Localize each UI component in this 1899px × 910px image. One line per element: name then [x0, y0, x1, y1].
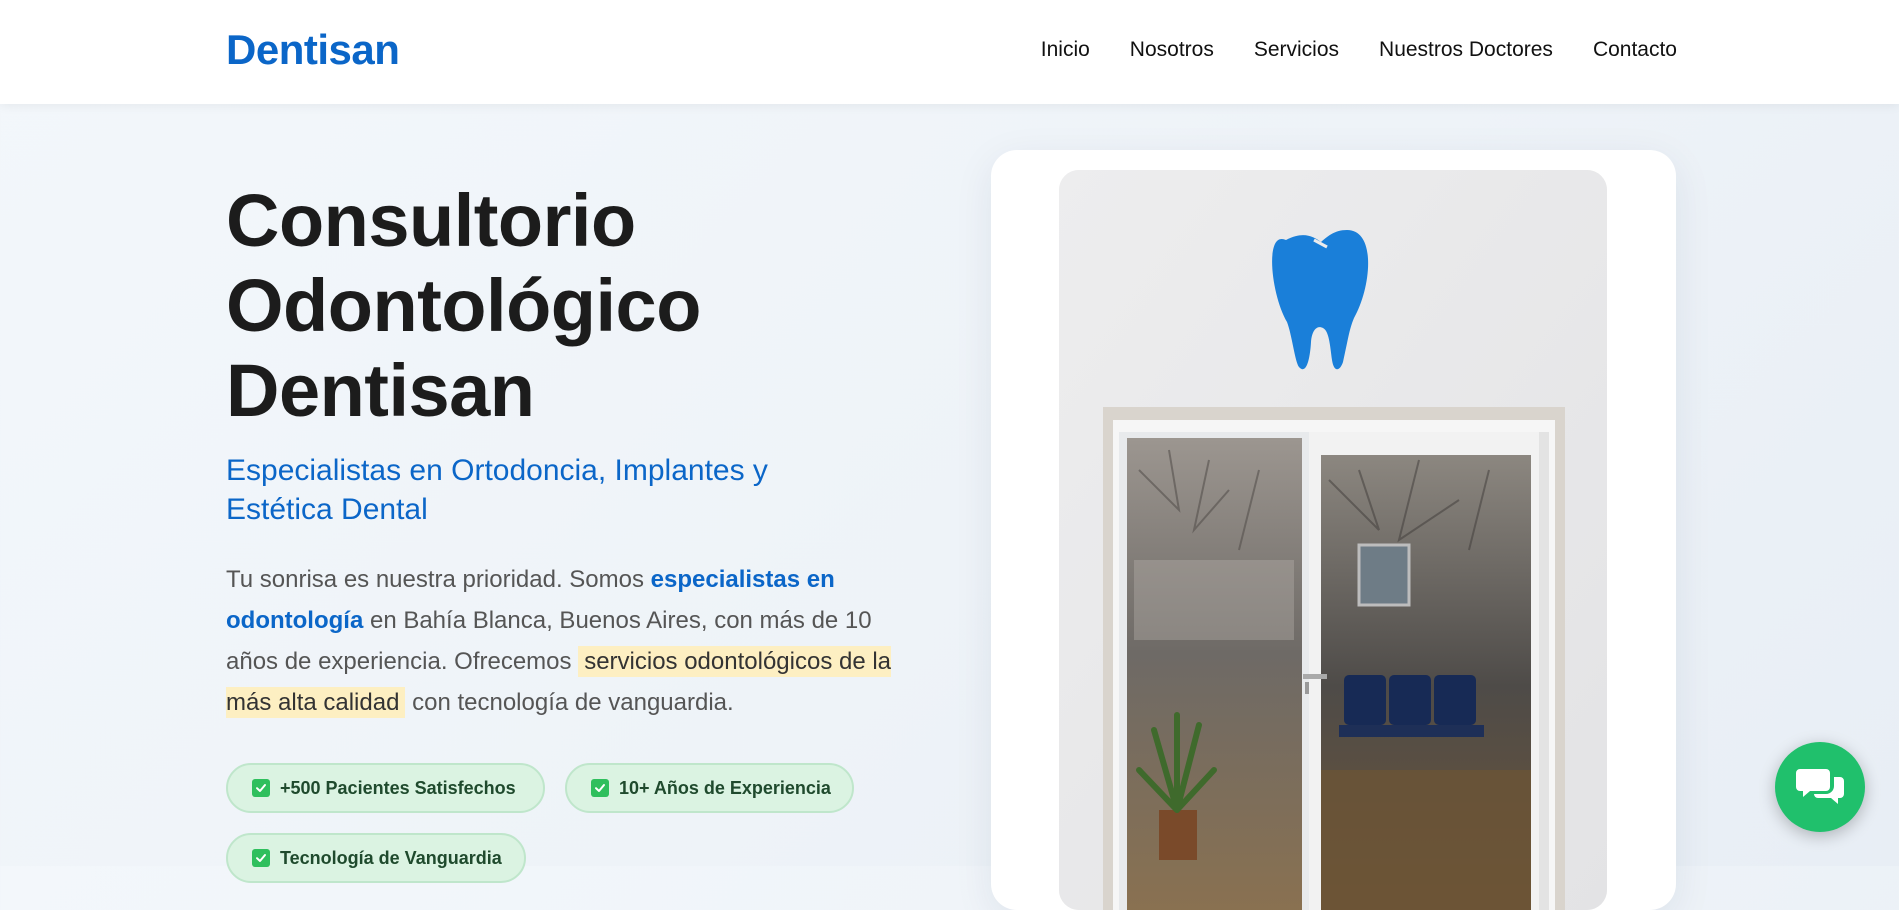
badge-technology: Tecnología de Vanguardia — [226, 833, 526, 883]
badge-label: Tecnología de Vanguardia — [280, 847, 502, 868]
site-header: Dentisan Inicio Nosotros Servicios Nuest… — [0, 0, 1899, 104]
badge-label: +500 Pacientes Satisfechos — [280, 777, 516, 798]
badge-experience: 10+ Años de Experiencia — [565, 763, 854, 813]
check-square-icon — [591, 779, 609, 797]
nav-link-inicio[interactable]: Inicio — [1041, 38, 1090, 62]
clinic-entrance-photo — [1059, 170, 1607, 910]
brand-logo[interactable]: Dentisan — [226, 26, 400, 74]
hero-title-line: Dentisan — [226, 349, 535, 432]
hero-text-part: con tecnología de vanguardia. — [405, 689, 734, 716]
hero-title-line: Odontológico — [226, 264, 701, 347]
hero-image-card — [991, 150, 1676, 910]
hero-description: Tu sonrisa es nuestra prioridad. Somos e… — [226, 559, 906, 723]
chat-button[interactable] — [1775, 742, 1865, 832]
nav-link-doctores[interactable]: Nuestros Doctores — [1379, 38, 1553, 62]
hero-subtitle: Especialistas en Ortodoncia, Implantes y… — [226, 454, 768, 526]
main-nav: Inicio Nosotros Servicios Nuestros Docto… — [1041, 38, 1677, 62]
hero-title: Consultorio Odontológico Dentisan — [226, 178, 866, 433]
nav-link-nosotros[interactable]: Nosotros — [1130, 38, 1214, 62]
hero-title-line: Consultorio — [226, 179, 636, 262]
nav-link-contacto[interactable]: Contacto — [1593, 38, 1677, 62]
badge-label: 10+ Años de Experiencia — [619, 777, 831, 798]
hero-text-part: Tu sonrisa es nuestra prioridad. Somos — [226, 566, 651, 593]
nav-link-servicios[interactable]: Servicios — [1254, 38, 1339, 62]
chat-bubbles-icon — [1796, 765, 1844, 810]
check-square-icon — [252, 849, 270, 867]
badge-patients: +500 Pacientes Satisfechos — [226, 763, 545, 813]
check-square-icon — [252, 779, 270, 797]
